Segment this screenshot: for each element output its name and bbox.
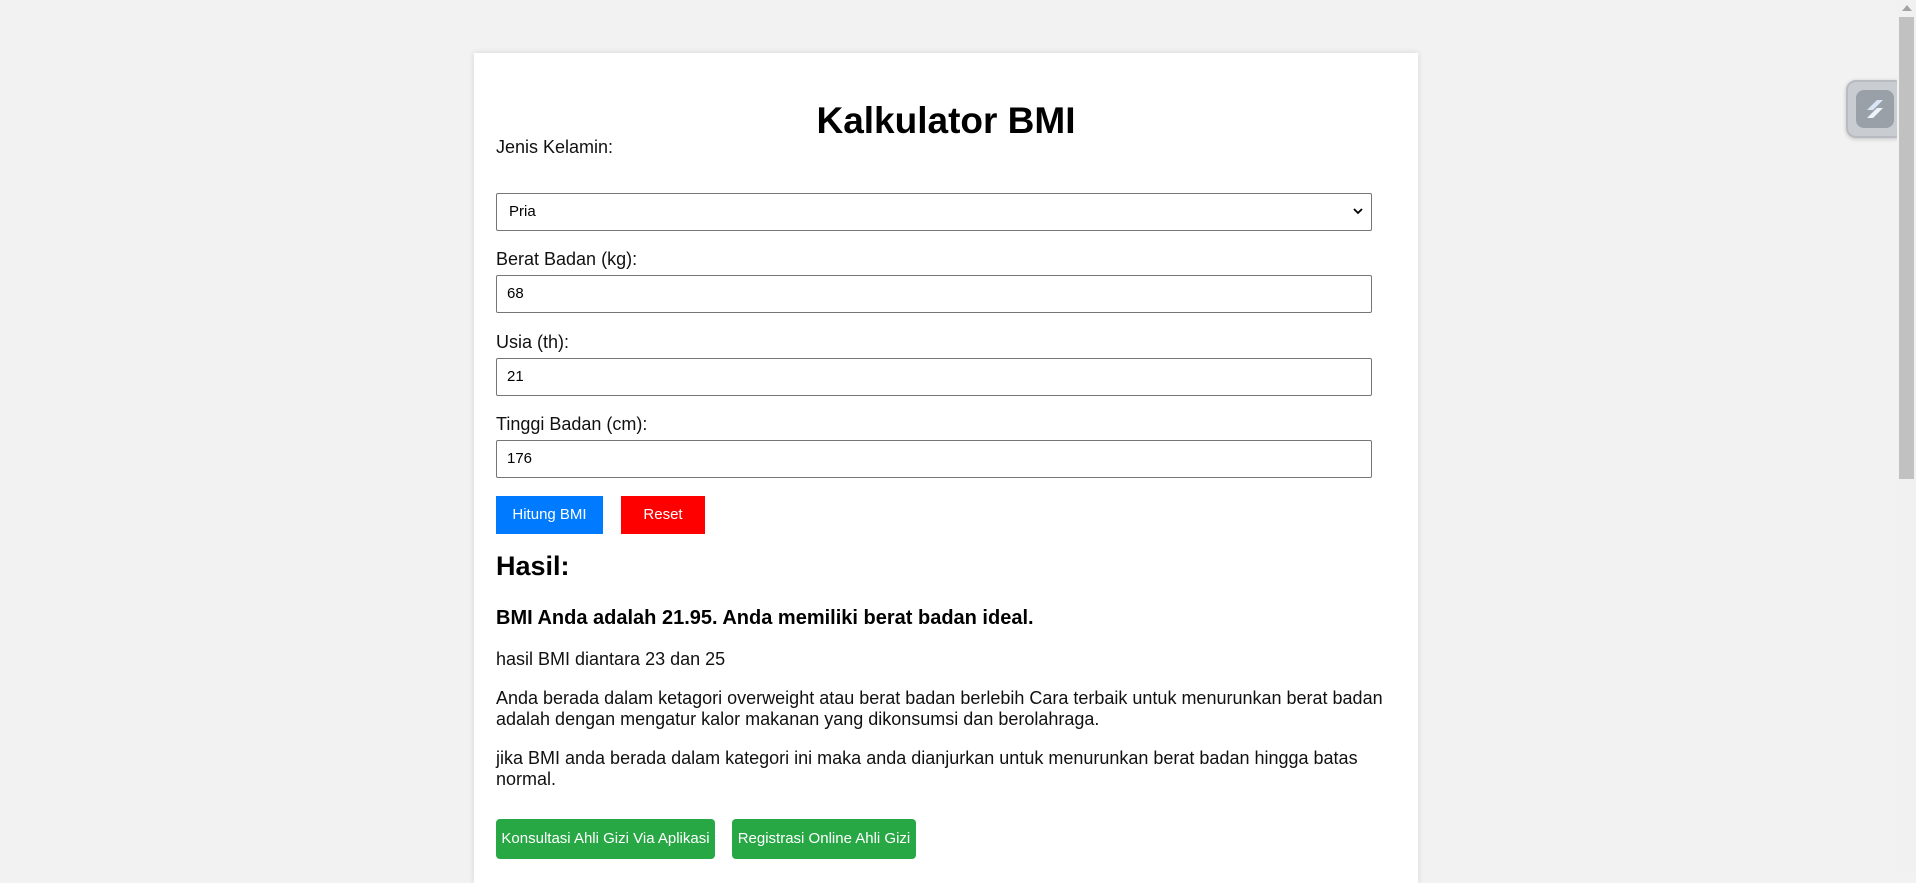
bmi-category-text: Anda berada dalam ketagori overweight at… bbox=[496, 688, 1383, 729]
bmi-range-text: hasil BMI diantara 23 dan 25 bbox=[496, 649, 726, 669]
vertical-scrollbar[interactable] bbox=[1897, 0, 1916, 872]
consult-nutritionist-button[interactable]: Konsultasi Ahli Gizi Via Aplikasi bbox=[496, 819, 715, 859]
gender-select-value: Pria bbox=[509, 203, 536, 220]
result-heading: Hasil: bbox=[496, 551, 570, 581]
stripe-icon bbox=[1867, 100, 1883, 118]
weight-label: Berat Badan (kg): bbox=[496, 249, 638, 269]
reset-button[interactable]: Reset bbox=[621, 496, 705, 534]
gender-label: Jenis Kelamin: bbox=[496, 137, 614, 157]
scrollbar-thumb[interactable] bbox=[1899, 17, 1914, 479]
register-nutritionist-button[interactable]: Registrasi Online Ahli Gizi bbox=[732, 819, 916, 859]
age-label: Usia (th): bbox=[496, 332, 570, 352]
age-input[interactable]: 21 bbox=[496, 358, 1372, 396]
bmi-advice-text: jika BMI anda berada dalam kategori ini … bbox=[496, 748, 1358, 789]
page-title: Kalkulator BMI bbox=[816, 100, 1076, 141]
height-label: Tinggi Badan (cm): bbox=[496, 414, 648, 434]
extension-icon[interactable] bbox=[1846, 80, 1904, 138]
gender-select[interactable]: Pria bbox=[496, 193, 1372, 231]
calculate-bmi-button[interactable]: Hitung BMI bbox=[496, 496, 603, 534]
bmi-result-text: BMI Anda adalah 21.95. Anda memiliki ber… bbox=[496, 607, 1034, 629]
weight-input[interactable]: 68 bbox=[496, 275, 1372, 313]
chevron-down-icon bbox=[1353, 208, 1363, 215]
scroll-up-arrow-icon[interactable] bbox=[1902, 5, 1912, 11]
extension-icon-body bbox=[1856, 90, 1894, 128]
bmi-calculator-card: Kalkulator BMI Jenis Kelamin: Pria Berat… bbox=[474, 53, 1418, 883]
height-input[interactable]: 176 bbox=[496, 440, 1372, 478]
